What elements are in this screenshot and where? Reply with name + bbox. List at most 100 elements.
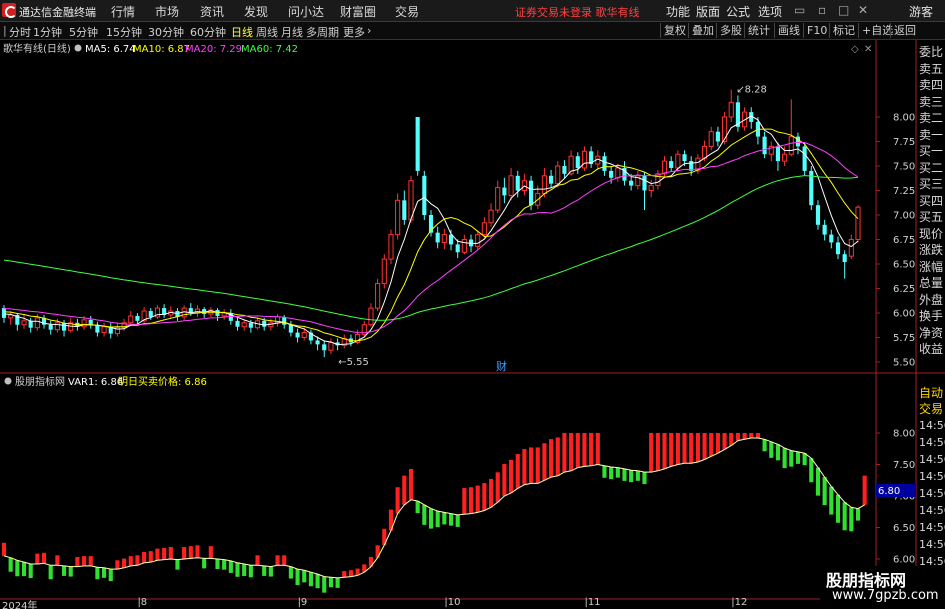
btn-draw[interactable]: 画线	[774, 23, 803, 38]
y-tick-indicator: 6.00	[893, 555, 915, 566]
trade-tab-item[interactable]: 自动	[917, 385, 945, 401]
indicator-bar	[262, 565, 267, 576]
candle	[441, 228, 447, 250]
indicator-bar	[755, 433, 760, 439]
restore-icon[interactable]: ▫	[818, 3, 826, 17]
minimize-icon[interactable]: ▭	[794, 3, 805, 17]
candle	[128, 311, 134, 326]
diamond-icon[interactable]: ◇	[851, 44, 859, 55]
date-label: |12	[731, 597, 748, 608]
side-tab-item[interactable]: 外盘	[917, 292, 945, 309]
candle	[802, 142, 807, 176]
side-tab-item[interactable]: 收益	[917, 341, 945, 358]
period-toolbar: | 分时 1分钟 5分钟 15分钟 30分钟 60分钟 日线 周线 月线 多周期…	[0, 22, 945, 40]
side-tab-item[interactable]: 买三	[917, 176, 945, 193]
menu-wealth[interactable]: 财富圈	[340, 3, 376, 20]
side-tab-item[interactable]: 涨幅	[917, 259, 945, 276]
menu-ask[interactable]: 问小达	[288, 3, 324, 20]
menu-trade[interactable]: 交易	[395, 3, 419, 20]
side-tab-item[interactable]: 换手	[917, 308, 945, 325]
side-tab-item[interactable]: 买二	[917, 160, 945, 177]
candle	[322, 340, 327, 358]
indicator-bar	[208, 546, 213, 559]
side-tab-item[interactable]: 净资	[917, 325, 945, 342]
candle	[101, 322, 107, 337]
side-tab-item[interactable]: 卖三	[917, 94, 945, 111]
settings-dot-icon[interactable]	[74, 44, 82, 52]
btn-multi-stock[interactable]: 多股	[716, 23, 745, 38]
side-tab-item[interactable]: 总量	[917, 275, 945, 292]
btn-back[interactable]: 返回	[890, 23, 919, 38]
side-tab-item[interactable]: 买四	[917, 193, 945, 210]
candle	[368, 303, 374, 327]
collapse-icon[interactable]: |	[3, 24, 7, 37]
period-multi[interactable]: 多周期	[306, 24, 339, 40]
side-tab-item[interactable]: 现价	[917, 226, 945, 243]
indicator-bar	[322, 576, 327, 593]
btn-f10[interactable]: F10	[803, 23, 830, 38]
period-60min[interactable]: 60分钟	[190, 24, 226, 40]
candle	[488, 203, 494, 227]
period-monthly[interactable]: 月线	[281, 24, 303, 40]
menu-market[interactable]: 市场	[155, 3, 179, 20]
side-tab-item[interactable]: 卖五	[917, 61, 945, 78]
date-label: |10	[444, 597, 461, 608]
candle	[341, 334, 347, 349]
period-more[interactable]: 更多	[343, 24, 365, 40]
side-tab-item[interactable]: 买五	[917, 209, 945, 226]
more-chevron-icon[interactable]: ›	[367, 24, 371, 37]
btn-stats[interactable]: 统计	[744, 23, 773, 38]
period-15min[interactable]: 15分钟	[106, 24, 142, 40]
side-tab-item[interactable]: 卖二	[917, 110, 945, 127]
panel-close-icon[interactable]: ✕	[864, 44, 872, 55]
candle	[735, 95, 740, 132]
side-tab-item[interactable]: 委比	[917, 44, 945, 61]
period-daily[interactable]: 日线	[231, 24, 253, 40]
period-weekly[interactable]: 周线	[256, 24, 278, 40]
side-tab-item[interactable]: 涨跌	[917, 242, 945, 259]
indicator-bar	[462, 488, 467, 515]
side-tab-item[interactable]: 买一	[917, 143, 945, 160]
period-1min[interactable]: 1分钟	[33, 24, 62, 40]
candle	[461, 234, 467, 255]
y-tick-main: 7.75	[893, 137, 915, 148]
indicator-bar	[515, 454, 520, 489]
menu-discover[interactable]: 发现	[244, 3, 268, 20]
indicator-settings-icon[interactable]	[4, 377, 12, 385]
btn-restore-rights[interactable]: 复权	[660, 23, 689, 38]
trade-tab-item[interactable]: 交易	[917, 401, 945, 417]
guest-user[interactable]: 游客	[909, 3, 933, 20]
ma60-line	[3, 175, 859, 321]
btn-overlay[interactable]: 叠加	[688, 23, 717, 38]
menu-layout[interactable]: 版面	[696, 3, 720, 20]
indicator-bar	[195, 545, 200, 558]
period-30min[interactable]: 30分钟	[148, 24, 184, 40]
period-timeshare[interactable]: 分时	[9, 24, 31, 40]
finance-event-marker[interactable]: 财	[496, 359, 507, 373]
menu-news[interactable]: 资讯	[200, 3, 224, 20]
indicator-bar	[402, 475, 407, 505]
indicator-bar	[769, 441, 774, 458]
menu-quotes[interactable]: 行情	[111, 3, 135, 20]
btn-mark[interactable]: 标记	[829, 23, 858, 38]
login-notice[interactable]: 证券交易未登录 歌华有线	[515, 4, 640, 20]
indicator-bar	[88, 556, 93, 566]
indicator-bar	[642, 472, 647, 485]
menu-options[interactable]: 选项	[758, 3, 782, 20]
indicator-bar	[629, 470, 634, 483]
period-5min[interactable]: 5分钟	[69, 24, 98, 40]
menu-formula[interactable]: 公式	[726, 3, 750, 20]
side-tab-item[interactable]: 卖四	[917, 77, 945, 94]
side-tab-item[interactable]: 卖一	[917, 127, 945, 144]
candle	[795, 132, 801, 155]
kline-chart[interactable]: 歌华有线(日线) MA5: 6.74 MA10: 6.87 MA20: 7.29…	[0, 40, 945, 600]
indicator-bar	[75, 556, 80, 567]
indicator-bar	[782, 448, 787, 469]
indicator-bar	[455, 514, 460, 527]
close-icon[interactable]: ✕	[858, 3, 868, 17]
menu-function[interactable]: 功能	[666, 3, 690, 20]
y-tick-main: 8.00	[893, 113, 915, 124]
indicator-bar	[81, 556, 87, 566]
indicator-bar	[562, 433, 567, 473]
maximize-icon[interactable]: □	[838, 3, 849, 17]
